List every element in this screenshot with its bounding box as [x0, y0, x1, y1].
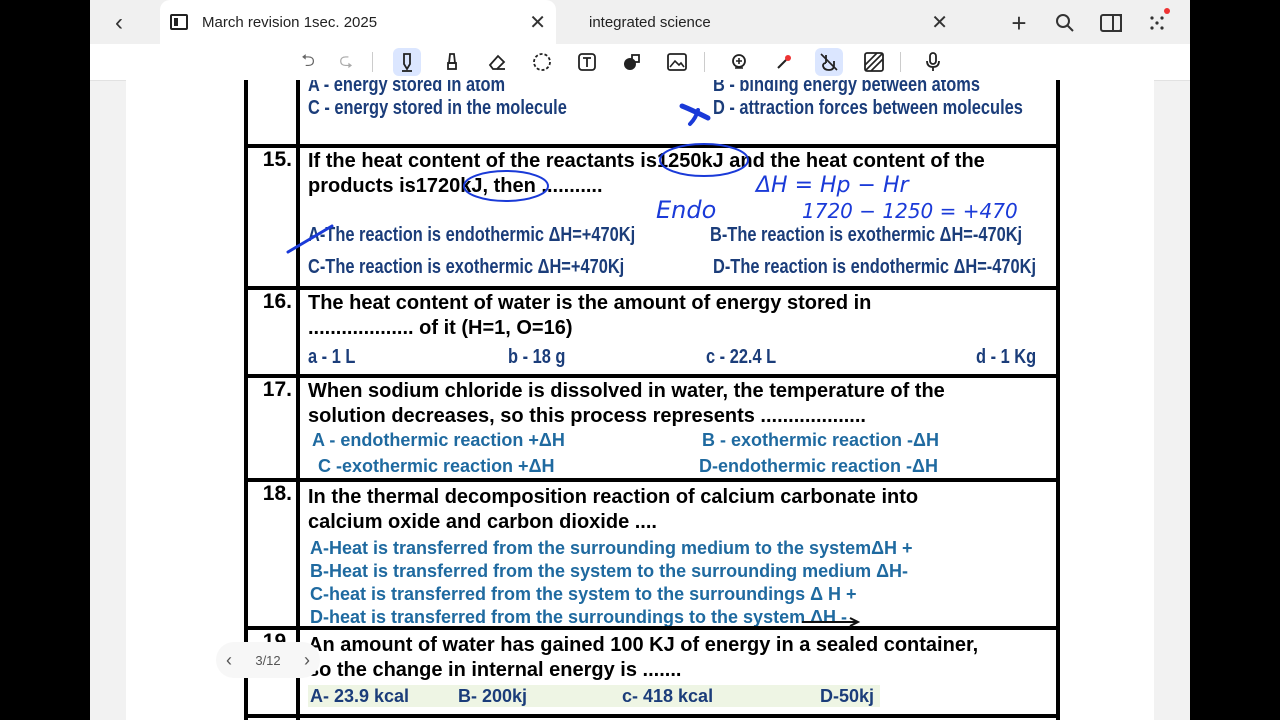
next-page-button[interactable]: ›	[304, 650, 310, 671]
zoom-in-icon	[732, 54, 746, 69]
tab-title: integrated science	[589, 13, 711, 31]
background-tool[interactable]	[860, 48, 888, 76]
highlighter-icon	[447, 53, 457, 70]
prev-page-button[interactable]: ‹	[226, 650, 232, 671]
text-box-icon	[578, 53, 596, 71]
ink-formula-1: ΔH = Hp − Hr	[754, 173, 910, 198]
ink-endo: Endo	[656, 196, 716, 224]
laser-tool[interactable]	[770, 48, 798, 76]
sidebar-button[interactable]	[1096, 8, 1126, 38]
zoom-tool[interactable]	[725, 48, 753, 76]
redo-icon: ⮎	[339, 50, 353, 70]
microphone-icon	[926, 52, 940, 71]
lasso-tool[interactable]	[528, 48, 556, 76]
plus-icon: +	[1011, 7, 1027, 38]
highlighter-tool[interactable]	[438, 48, 466, 76]
pen-icon	[402, 53, 412, 72]
ink-mark-a	[286, 224, 334, 254]
chevron-left-icon: ‹	[115, 9, 123, 36]
pdf-viewer-app: ‹ March revision 1sec. 2025 ✕ integrated…	[90, 0, 1190, 720]
image-tool[interactable]	[663, 48, 691, 76]
undo-button[interactable]: ⮌	[294, 48, 322, 76]
search-button[interactable]	[1050, 8, 1080, 38]
divider	[900, 52, 901, 72]
page-indicator: 3/12	[255, 652, 281, 668]
divider	[372, 52, 373, 72]
redo-button[interactable]: ⮎	[332, 48, 360, 76]
undo-icon: ⮌	[301, 50, 315, 70]
new-tab-button[interactable]: +	[1004, 8, 1034, 38]
shapes-icon	[624, 54, 640, 70]
image-icon	[667, 53, 687, 71]
lasso-icon	[533, 53, 551, 71]
laser-pointer-icon	[777, 55, 791, 69]
ink-formula-2: 1720 − 1250 = +470	[802, 199, 1018, 223]
notification-dot	[1164, 8, 1170, 14]
tab-bar: ‹ March revision 1sec. 2025 ✕ integrated…	[90, 0, 1190, 44]
annotation-toolbar: ⮌ ⮎	[90, 44, 1190, 81]
hand-pen-icon	[820, 53, 838, 71]
more-dots-icon	[1150, 16, 1164, 30]
voice-button[interactable]	[919, 48, 947, 76]
document-icon	[170, 14, 188, 30]
close-tab-button[interactable]: ✕	[931, 10, 948, 35]
back-button[interactable]: ‹	[104, 8, 134, 38]
touch-draw-toggle[interactable]	[815, 48, 843, 76]
sidebar-icon	[1100, 14, 1122, 32]
eraser-tool[interactable]	[483, 48, 511, 76]
hatch-pattern-icon	[864, 52, 884, 72]
ink-circle-1720	[463, 170, 549, 202]
close-tab-button[interactable]: ✕	[529, 10, 546, 35]
divider	[704, 52, 705, 72]
pdf-page[interactable]: A - energy stored in atom B - binding en…	[126, 80, 1154, 720]
ink-circle-1250	[659, 143, 749, 177]
ink-annotations: Endo ΔH = Hp − Hr 1720 − 1250 = +470	[286, 103, 1018, 627]
shape-tool[interactable]	[618, 48, 646, 76]
text-tool[interactable]	[573, 48, 601, 76]
search-icon	[1056, 14, 1074, 32]
tab-integrated-science[interactable]: integrated science ✕	[558, 0, 958, 44]
tab-march-revision[interactable]: March revision 1sec. 2025 ✕	[160, 0, 556, 44]
eraser-icon	[488, 54, 506, 70]
tab-title: March revision 1sec. 2025	[202, 13, 378, 31]
pen-tool[interactable]	[393, 48, 421, 76]
page-navigator: ‹ 3/12 ›	[216, 642, 320, 678]
